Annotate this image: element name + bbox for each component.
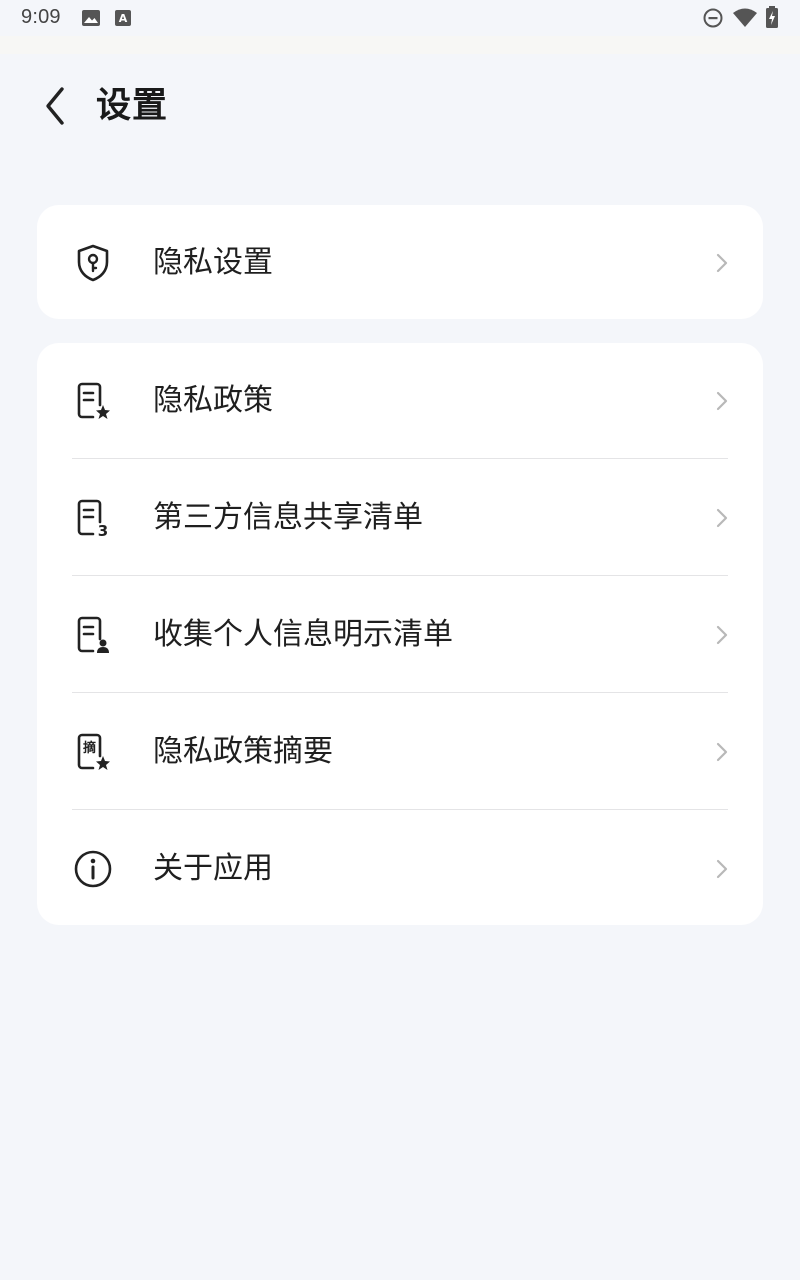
status-bar-divider: [0, 36, 800, 54]
document-star-icon: [77, 382, 110, 419]
image-icon: [82, 10, 100, 26]
third-party-sharing-list-item[interactable]: 3 第三方信息共享清单: [37, 460, 763, 576]
divider: [72, 809, 728, 810]
svg-text:摘: 摘: [83, 740, 96, 756]
document-person-icon: [77, 616, 109, 653]
privacy-policy-summary-item[interactable]: 摘 隐私政策摘要: [37, 694, 763, 810]
back-button[interactable]: [34, 84, 78, 128]
document-three-icon: 3: [77, 499, 108, 538]
shield-key-icon: [77, 244, 109, 282]
info-icon: [74, 850, 112, 888]
privacy-policy-item[interactable]: 隐私政策: [37, 343, 763, 459]
privacy-policy-label: 隐私政策: [153, 383, 273, 418]
chevron-right-icon: [716, 859, 728, 879]
about-app-item[interactable]: 关于应用: [37, 811, 763, 927]
chevron-right-icon: [716, 625, 728, 645]
chevron-left-icon: [46, 87, 64, 125]
divider: [72, 458, 728, 459]
document-summary-icon: 摘: [77, 733, 110, 770]
text-a-icon: A: [115, 10, 131, 26]
do-not-disturb-icon: [703, 8, 723, 28]
chevron-right-icon: [716, 391, 728, 411]
privacy-policy-summary-label: 隐私政策摘要: [153, 734, 333, 769]
personal-info-collection-list-label: 收集个人信息明示清单: [153, 617, 453, 652]
chevron-right-icon: [716, 253, 728, 273]
divider: [72, 692, 728, 693]
page-title: 设置: [96, 86, 169, 126]
chevron-right-icon: [716, 508, 728, 528]
personal-info-collection-list-item[interactable]: 收集个人信息明示清单: [37, 577, 763, 693]
privacy-settings-label: 隐私设置: [153, 245, 273, 280]
status-time: 9:09: [21, 6, 61, 28]
legal-info-card: 隐私政策 3 第三方信息共享清单 收集个人信息明示清单 摘 隐私政策摘要 关于应…: [37, 343, 763, 925]
third-party-sharing-list-label: 第三方信息共享清单: [153, 500, 423, 535]
battery-charging-icon: [766, 6, 778, 28]
svg-text:3: 3: [98, 522, 108, 538]
status-bar: 9:09 A: [0, 0, 800, 36]
about-app-label: 关于应用: [153, 851, 273, 886]
wifi-icon: [733, 8, 757, 27]
privacy-settings-item[interactable]: 隐私设置: [37, 205, 763, 321]
svg-text:A: A: [119, 12, 128, 25]
divider: [72, 575, 728, 576]
privacy-settings-card: 隐私设置: [37, 205, 763, 319]
chevron-right-icon: [716, 742, 728, 762]
